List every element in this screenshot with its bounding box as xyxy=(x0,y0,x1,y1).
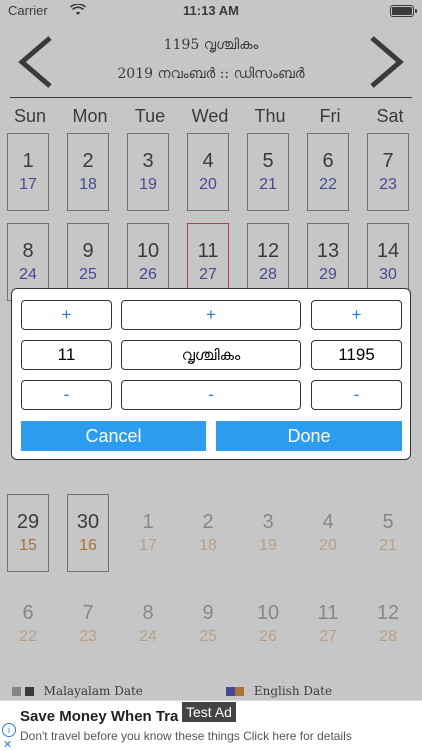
ad-banner[interactable]: i ✕ Save Money When Tra Don't travel bef… xyxy=(0,700,422,751)
month-value-field[interactable]: വൃശ്ചികം xyxy=(121,340,301,370)
done-button[interactable]: Done xyxy=(216,421,402,451)
ad-headline[interactable]: Save Money When Tra xyxy=(20,708,178,725)
cancel-button[interactable]: Cancel xyxy=(21,421,206,451)
month-increment-button[interactable]: + xyxy=(121,300,301,330)
test-ad-label: Test Ad xyxy=(182,702,236,722)
day-value-field[interactable]: 11 xyxy=(21,340,112,370)
ad-body-text[interactable]: Don't travel before you know these thing… xyxy=(20,729,352,743)
year-value-field[interactable]: 1195 xyxy=(311,340,402,370)
day-decrement-button[interactable]: - xyxy=(21,380,112,410)
year-decrement-button[interactable]: - xyxy=(311,380,402,410)
month-decrement-button[interactable]: - xyxy=(121,380,301,410)
ad-info-icon[interactable]: i xyxy=(2,723,16,737)
day-increment-button[interactable]: + xyxy=(21,300,112,330)
ad-close-icon[interactable]: ✕ xyxy=(3,738,12,751)
date-picker-dialog: + + + 11 വൃശ്ചികം 1195 - - - Cancel Done xyxy=(11,288,411,460)
year-increment-button[interactable]: + xyxy=(311,300,402,330)
